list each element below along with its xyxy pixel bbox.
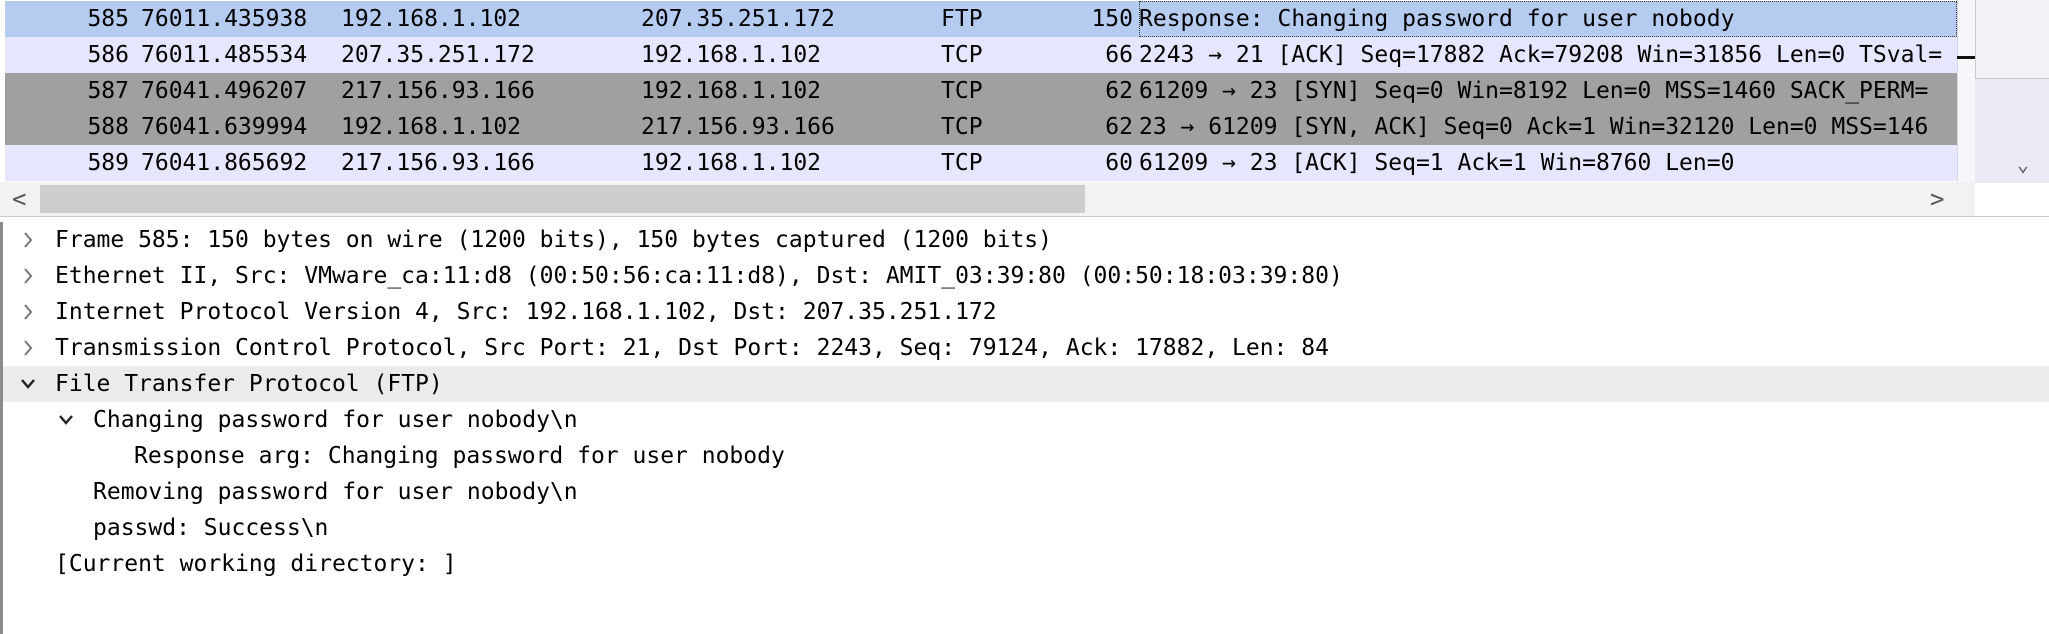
detail-field[interactable]: Removing password for user nobody\n [3,474,2049,510]
detail-tree-node[interactable]: Ethernet II, Src: VMware_ca:11:d8 (00:50… [3,258,2049,294]
packet-source: 192.168.1.102 [341,114,522,140]
packet-number: 586 [87,42,129,68]
packet-minimap[interactable] [1957,0,1976,182]
detail-label: Transmission Control Protocol, Src Port:… [55,335,1329,361]
packet-info: 23 → 61209 [SYN, ACK] Seq=0 Ack=1 Win=32… [1139,114,1929,140]
packet-protocol: FTP [941,6,983,32]
detail-field[interactable]: Response arg: Changing password for user… [3,438,2049,474]
packet-number: 585 [87,6,129,32]
packet-info: Response: Changing password for user nob… [1139,1,1957,37]
packet-length: 150 [1091,6,1133,32]
detail-field[interactable]: [Current working directory: ] [3,546,2049,582]
detail-label: Changing password for user nobody\n [93,407,578,433]
scroll-left-arrow-icon[interactable]: < [12,182,26,216]
detail-tree-node[interactable]: Internet Protocol Version 4, Src: 192.16… [3,294,2049,330]
detail-label: Frame 585: 150 bytes on wire (1200 bits)… [55,227,1052,253]
packet-info: 61209 → 23 [SYN] Seq=0 Win=8192 Len=0 MS… [1139,78,1929,104]
packet-source: 207.35.251.172 [341,42,535,68]
packet-info: 2243 → 21 [ACK] Seq=17882 Ack=79208 Win=… [1139,42,1943,68]
packet-rows: 585 76011.435938 192.168.1.102 207.35.251.1… [5,0,1957,182]
packet-time: 76011.435938 [141,6,308,32]
packet-protocol: TCP [941,114,983,140]
packet-row[interactable]: 588 76041.639994 192.168.1.102 217.156.93.1… [5,109,1957,145]
detail-field[interactable]: passwd: Success\n [3,510,2049,546]
chevron-down-icon[interactable] [19,366,43,402]
packet-row[interactable]: 585 76011.435938 192.168.1.102 207.35.251.1… [5,1,1957,37]
detail-tree-node[interactable]: File Transfer Protocol (FTP) [3,366,2049,402]
detail-label: Response arg: Changing password for user… [134,443,785,469]
packet-length: 62 [1105,78,1133,104]
detail-label: Removing password for user nobody\n [93,479,578,505]
detail-label: File Transfer Protocol (FTP) [55,371,443,397]
packet-time: 76041.639994 [141,114,308,140]
packet-length: 62 [1105,114,1133,140]
chevron-right-icon[interactable] [19,294,43,330]
packet-destination: 192.168.1.102 [641,42,822,68]
packet-source: 217.156.93.166 [341,150,535,176]
packet-source: 217.156.93.166 [341,78,535,104]
packet-number: 587 [87,78,129,104]
packet-destination: 207.35.251.172 [641,6,835,32]
detail-label: Ethernet II, Src: VMware_ca:11:d8 (00:50… [55,263,1343,289]
packet-destination: 217.156.93.166 [641,114,835,140]
packet-number: 589 [87,150,129,176]
detail-tree-node[interactable]: Frame 585: 150 bytes on wire (1200 bits)… [3,222,2049,258]
detail-label: [Current working directory: ] [55,551,457,577]
chevron-right-icon[interactable] [19,258,43,294]
packet-length: 60 [1105,150,1133,176]
chevron-right-icon[interactable] [19,222,43,258]
packet-protocol: TCP [941,78,983,104]
packet-destination: 192.168.1.102 [641,150,822,176]
packet-protocol: TCP [941,150,983,176]
chevron-right-icon[interactable] [19,330,43,366]
packet-info: 61209 → 23 [ACK] Seq=1 Ack=1 Win=8760 Le… [1139,150,1735,176]
packet-row[interactable]: 587 76041.496207 217.156.93.166 192.168.1.1… [5,73,1957,109]
packet-time: 76041.865692 [141,150,308,176]
scroll-down-arrow-icon[interactable]: ⌄ [2012,150,2034,178]
packet-protocol: TCP [941,42,983,68]
packet-number: 588 [87,114,129,140]
scroll-right-arrow-icon[interactable]: > [1930,182,1944,216]
detail-label: Internet Protocol Version 4, Src: 192.16… [55,299,997,325]
packet-destination: 192.168.1.102 [641,78,822,104]
packet-time: 76041.496207 [141,78,308,104]
packet-row[interactable]: 589 76041.865692 217.156.93.166 192.168.1.1… [5,145,1957,181]
pane-divider[interactable] [0,216,2049,217]
packet-row[interactable]: 586 76011.485534 207.35.251.172 192.168.1.1… [5,37,1957,73]
packet-list[interactable]: 585 76011.435938 192.168.1.102 207.35.251.1… [0,0,2049,182]
chevron-down-icon[interactable] [57,402,81,438]
detail-tree-node[interactable]: Changing password for user nobody\n [3,402,2049,438]
packet-length: 66 [1105,42,1133,68]
detail-label: passwd: Success\n [93,515,329,541]
detail-tree-node[interactable]: Transmission Control Protocol, Src Port:… [3,330,2049,366]
packet-source: 192.168.1.102 [341,6,522,32]
packet-time: 76011.485534 [141,42,308,68]
horizontal-scroll-thumb[interactable] [40,185,1085,213]
packet-details-tree[interactable]: Frame 585: 150 bytes on wire (1200 bits)… [0,222,2049,634]
